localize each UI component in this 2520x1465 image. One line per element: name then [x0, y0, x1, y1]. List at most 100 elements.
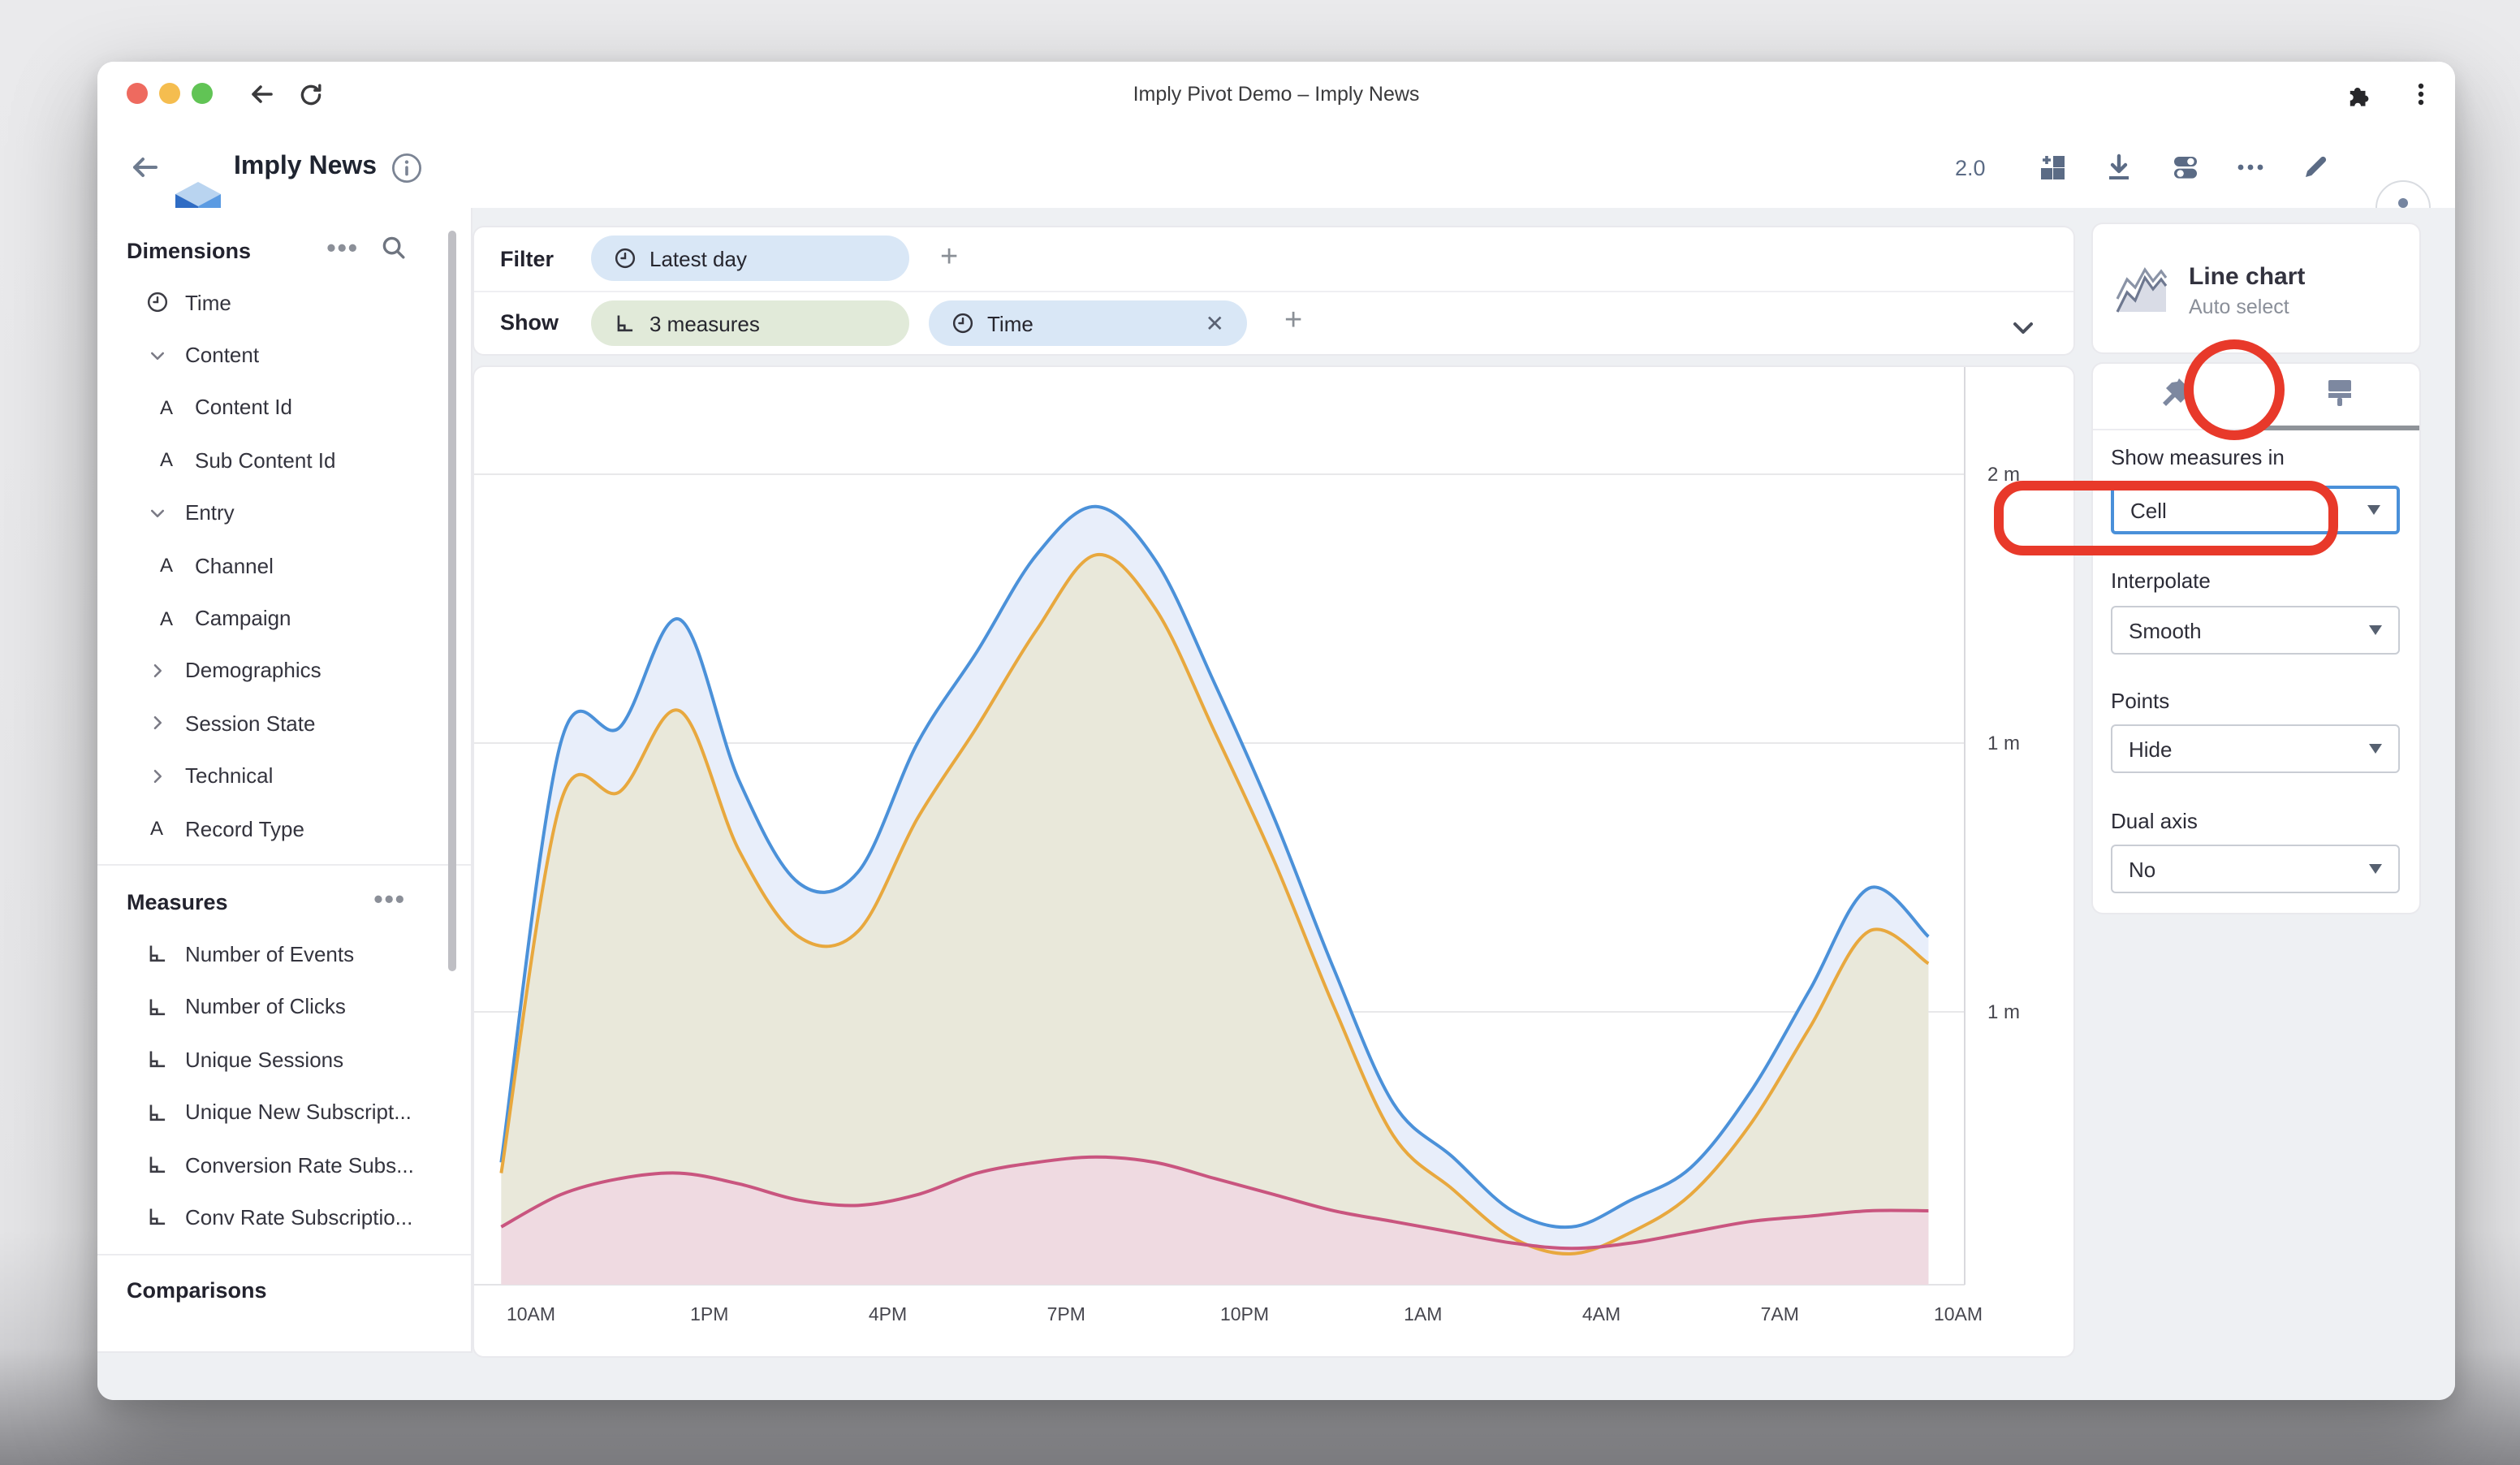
sidebar-item-unique-sessions[interactable]: Unique Sessions: [97, 1033, 471, 1086]
dual-axis-select[interactable]: No: [2111, 845, 2400, 893]
letter-a-icon: A: [154, 607, 179, 629]
paint-icon[interactable]: [2322, 375, 2358, 419]
page-title: Imply News: [234, 127, 377, 208]
sidebar-item-campaign[interactable]: ACampaign: [97, 592, 471, 645]
sidebar-item-label: Number of Events: [185, 942, 354, 966]
measures-list: Number of Events Number of Clicks Unique S…: [97, 928, 471, 1244]
content-area: Dimensions ••• TimeContentAContent IdASu…: [97, 208, 2455, 1400]
x-axis-tick-label: 10AM: [507, 1303, 555, 1325]
sidebar-item-label: Content Id: [195, 395, 292, 420]
sidebar-item-label: Unique New Subscript...: [185, 1100, 412, 1124]
sidebar-item-label: Record Type: [185, 816, 304, 841]
dashboard-add-icon[interactable]: [2036, 151, 2069, 184]
kebab-menu-icon[interactable]: [2403, 76, 2439, 112]
y-axis-tick-label: 1 m: [1987, 732, 2020, 754]
show-measures-in-label: Show measures in: [2111, 445, 2285, 469]
chart-type-card[interactable]: Line chart Auto select: [2093, 224, 2419, 352]
sidebar-item-label: Technical: [185, 763, 273, 788]
browser-titlebar: Imply Pivot Demo – Imply News: [97, 62, 2455, 127]
chevron-down-icon[interactable]: [145, 503, 169, 523]
filter-pill-latest-day[interactable]: Latest day: [591, 236, 909, 281]
sidebar-item-entry[interactable]: Entry: [97, 486, 471, 539]
sidebar-item-label: Time: [185, 290, 231, 314]
x-axis-tick-label: 4PM: [869, 1303, 907, 1325]
x-axis-tick-label: 10AM: [1934, 1303, 1983, 1325]
sidebar-item-label: Unique Sessions: [185, 1048, 343, 1072]
measure-icon: [145, 1100, 169, 1123]
measure-icon: [145, 996, 169, 1018]
sidebar-item-label: Entry: [185, 501, 235, 525]
area-fill-orange: [501, 555, 1928, 1285]
show-pill-time[interactable]: Time ✕: [929, 300, 1247, 346]
show-pill-measures[interactable]: 3 measures: [591, 300, 909, 346]
measures-more-icon[interactable]: •••: [373, 894, 406, 910]
interpolate-select[interactable]: Smooth: [2111, 606, 2400, 655]
info-icon[interactable]: [390, 151, 422, 184]
add-show-plus-icon[interactable]: +: [1284, 304, 1302, 339]
measure-icon: [145, 943, 169, 966]
sidebar-item-label: Demographics: [185, 659, 321, 683]
sidebar-item-content-id[interactable]: AContent Id: [97, 382, 471, 434]
sidebar-item-label: Conversion Rate Subs...: [185, 1152, 414, 1177]
sidebar-item-number-of-events[interactable]: Number of Events: [97, 928, 471, 981]
points-label: Points: [2111, 689, 2169, 713]
sidebar-item-conversion-rate-subs[interactable]: Conversion Rate Subs...: [97, 1139, 471, 1191]
chevron-right-icon[interactable]: [145, 661, 169, 681]
extension-icon[interactable]: [2340, 76, 2375, 112]
chevron-down-icon: [2369, 864, 2382, 874]
chevron-down-icon[interactable]: [2012, 315, 2035, 344]
letter-a-icon: A: [154, 449, 179, 472]
toggles-icon[interactable]: [2169, 151, 2202, 184]
chart-options-card: Show measures in Cell Interpolate Smooth…: [2093, 364, 2419, 913]
dual-axis-value: No: [2129, 857, 2155, 881]
sidebar-item-demographics[interactable]: Demographics: [97, 644, 471, 697]
sidebar-item-time[interactable]: Time: [97, 276, 471, 329]
x-axis-tick-label: 7PM: [1047, 1303, 1085, 1325]
sidebar-item-label: Sub Content Id: [195, 448, 335, 473]
browser-window: Imply Pivot Demo – Imply News Imply News: [97, 62, 2455, 1400]
chart-card: 2 m1 m1 m10AM1PM4PM7PM10PM1AM4AM7AM10AM: [474, 367, 2073, 1356]
sidebar-item-channel[interactable]: AChannel: [97, 539, 471, 592]
download-icon[interactable]: [2103, 151, 2135, 184]
screen: Imply Pivot Demo – Imply News Imply News: [0, 0, 2520, 1465]
pencil-icon[interactable]: [2299, 151, 2332, 184]
chart-type-subtitle: Auto select: [2189, 296, 2289, 318]
sidebar-item-label: Conv Rate Subscriptio...: [185, 1205, 412, 1229]
sidebar-item-number-of-clicks[interactable]: Number of Clicks: [97, 980, 471, 1033]
sidebar-item-unique-new-subscript[interactable]: Unique New Subscript...: [97, 1086, 471, 1139]
sidebar-item-conv-rate-subscriptio[interactable]: Conv Rate Subscriptio...: [97, 1191, 471, 1244]
points-value: Hide: [2129, 737, 2173, 761]
sidebar-item-sub-content-id[interactable]: A Sub Content Id: [97, 434, 471, 486]
y-axis-tick-label: 1 m: [1987, 1001, 2020, 1023]
measures-title: Measures: [127, 890, 228, 914]
chart-canvas[interactable]: 2 m1 m1 m10AM1PM4PM7PM10PM1AM4AM7AM10AM: [474, 367, 2073, 1356]
sidebar-item-session-state[interactable]: Session State: [97, 697, 471, 750]
x-axis-tick-label: 10PM: [1220, 1303, 1269, 1325]
close-icon[interactable]: ✕: [1183, 309, 1224, 337]
add-filter-plus-icon[interactable]: +: [940, 240, 958, 276]
clock-icon: [951, 312, 974, 335]
chart-type-title: Line chart: [2189, 263, 2305, 291]
chevron-down-icon[interactable]: [145, 345, 169, 365]
sidebar-item-content[interactable]: Content: [97, 329, 471, 382]
sidebar-item-technical[interactable]: Technical: [97, 750, 471, 802]
sidebar-divider: [97, 1253, 471, 1255]
interpolate-value: Smooth: [2129, 618, 2202, 642]
back-icon[interactable]: [128, 151, 161, 184]
chevron-right-icon[interactable]: [145, 714, 169, 733]
sidebar-item-record-type[interactable]: ARecord Type: [97, 802, 471, 855]
comparisons-section-header[interactable]: Comparisons: [97, 1264, 471, 1316]
sidebar-item-label: Content: [185, 343, 259, 367]
sidebar-item-label: Number of Clicks: [185, 995, 346, 1019]
measure-icon: [145, 1153, 169, 1176]
more-icon[interactable]: [2234, 151, 2267, 184]
x-axis-tick-label: 1AM: [1404, 1303, 1442, 1325]
dimensions-more-icon[interactable]: •••: [326, 242, 359, 258]
chevron-right-icon[interactable]: [145, 766, 169, 785]
clock-icon: [145, 291, 169, 313]
filter-label: Filter: [500, 227, 554, 291]
points-select[interactable]: Hide: [2111, 724, 2400, 773]
search-icon[interactable]: [382, 236, 406, 265]
chevron-down-icon: [2369, 625, 2382, 635]
sidebar-scrollbar[interactable]: [448, 231, 456, 971]
